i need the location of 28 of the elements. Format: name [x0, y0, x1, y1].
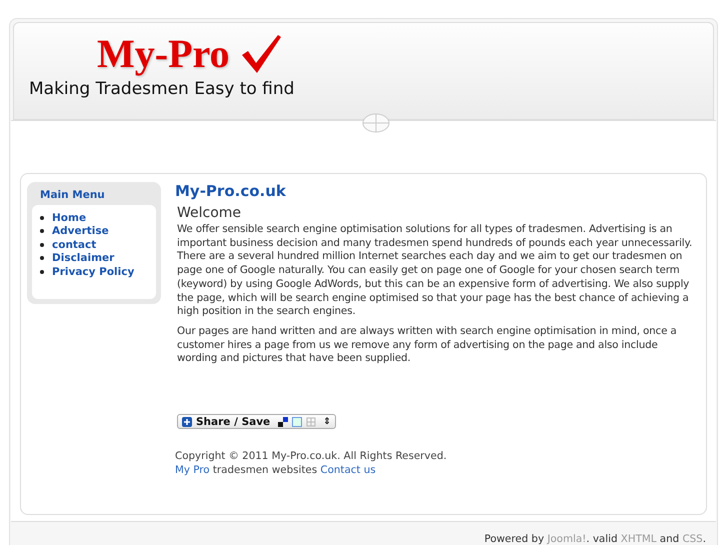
site-tagline: Making Tradesmen Easy to find	[29, 79, 296, 99]
grid-icon	[306, 416, 316, 427]
bullet-icon	[40, 229, 44, 234]
bullet-icon	[40, 270, 44, 274]
copyright-text: Copyright © 2011 My-Pro.co.uk. All Rights Reserved.	[175, 449, 448, 464]
menu-link[interactable]: Disclaimer	[52, 252, 114, 264]
menu-link[interactable]: Home	[52, 212, 86, 224]
text-link[interactable]: My Pro	[175, 464, 210, 476]
caret-icon: ⇕	[323, 416, 331, 427]
paragraph: Our pages are hand written and are always written with search engine optimisation in mind, once a customer hires a page from us we remove any form of advertising on the page and also include wording and pictures that have been supplied.	[177, 324, 678, 366]
menu-title: Main Menu	[39, 188, 106, 203]
site-logo: My-Pro	[97, 31, 230, 77]
menu-link[interactable]: contact	[52, 238, 96, 251]
site-title: My-Pro.co.uk	[175, 182, 287, 200]
bullet-icon	[40, 256, 44, 260]
footer-text: Powered by Joomla!. valid XHTML and CSS.	[484, 533, 706, 545]
share-button[interactable]: Share / Save ⇕	[177, 414, 336, 430]
squares-icon	[278, 416, 288, 427]
page-heading: Welcome	[177, 205, 242, 221]
menu-link[interactable]: Privacy Policy	[52, 266, 134, 278]
plus-icon	[182, 416, 192, 427]
checkmark-icon	[240, 33, 282, 75]
paragraph: We offer sensible search engine optimisation solutions for all types of tradesmen. Advertising is an important business decision and many tradesmen spend hundreds of pounds each year unnecessarily. There are a several hundred million Internet searches each day and we aim to get our tradesmen on page one of Google naturally. You can easily get on page one of Google for your chosen search term (keyword) by using Google AdWords, but this can be an expensive form of advertising. We also supply the page, which will be search engine optimised so that your page has the best chance of achieving a high position in the search engines.	[177, 223, 694, 319]
menu-link[interactable]: Advertise	[52, 225, 109, 238]
bullet-icon	[40, 242, 44, 247]
credit-text: My Pro tradesmen websites Contact us	[175, 463, 377, 478]
text-link[interactable]: Contact us	[320, 464, 376, 476]
bullet-icon	[40, 216, 44, 220]
